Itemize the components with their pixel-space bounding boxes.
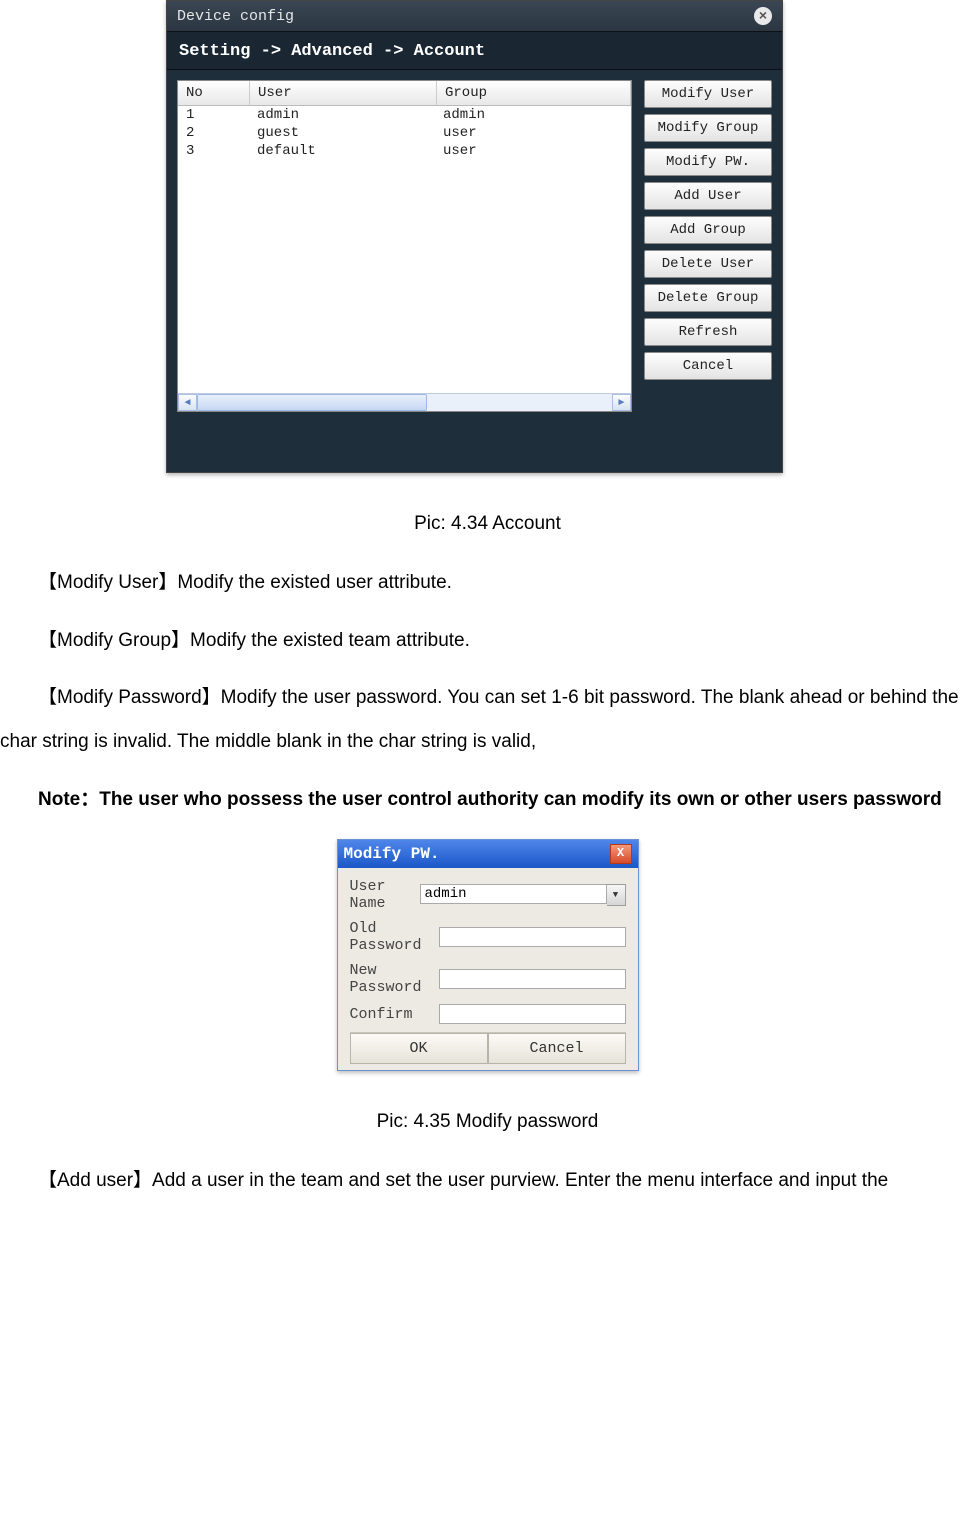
breadcrumb: Setting -> Advanced -> Account [167, 31, 782, 70]
user-name-select[interactable] [420, 884, 607, 904]
scroll-right-icon[interactable]: ► [612, 394, 631, 411]
table-row[interactable]: 1 admin admin [178, 106, 631, 124]
col-group[interactable]: Group [437, 81, 631, 105]
delete-group-button[interactable]: Delete Group [644, 284, 772, 312]
modify-pw-titlebar: Modify PW. X [338, 840, 638, 868]
cell-user: admin [249, 106, 435, 124]
button-panel: Modify User Modify Group Modify PW. Add … [644, 80, 772, 412]
scroll-track[interactable] [197, 394, 612, 411]
ok-button[interactable]: OK [350, 1033, 488, 1064]
scroll-left-icon[interactable]: ◄ [178, 394, 197, 411]
cell-group: user [435, 124, 631, 142]
cell-no: 1 [178, 106, 249, 124]
confirm-password-field[interactable] [439, 1004, 626, 1024]
table-header: No User Group [178, 81, 631, 106]
cell-no: 2 [178, 124, 249, 142]
cancel-button[interactable]: Cancel [488, 1033, 626, 1064]
scroll-thumb[interactable] [197, 394, 427, 411]
modify-pw-button[interactable]: Modify PW. [644, 148, 772, 176]
label-old-password: Old Password [350, 920, 435, 954]
close-icon[interactable]: X [610, 844, 632, 864]
modify-group-button[interactable]: Modify Group [644, 114, 772, 142]
cancel-button[interactable]: Cancel [644, 352, 772, 380]
cell-user: default [249, 142, 435, 160]
horizontal-scrollbar[interactable]: ◄ ► [178, 393, 631, 411]
doc-add-user: 【Add user】Add a user in the team and set… [0, 1159, 975, 1203]
device-config-title: Device config [177, 8, 294, 25]
modify-user-button[interactable]: Modify User [644, 80, 772, 108]
new-password-field[interactable] [439, 969, 626, 989]
modify-pw-window: Modify PW. X User Name ▼ Old Password Ne… [337, 839, 639, 1071]
add-group-button[interactable]: Add Group [644, 216, 772, 244]
modify-pw-title: Modify PW. [344, 845, 440, 863]
figure-caption-modify-password: Pic: 4.35 Modify password [0, 1111, 975, 1133]
close-icon[interactable]: × [754, 7, 772, 25]
label-confirm: Confirm [350, 1006, 435, 1023]
device-config-titlebar: Device config × [167, 1, 782, 31]
cell-group: admin [435, 106, 631, 124]
add-user-button[interactable]: Add User [644, 182, 772, 210]
figure-caption-account: Pic: 4.34 Account [0, 513, 975, 535]
col-no[interactable]: No [178, 81, 250, 105]
doc-modify-password: 【Modify Password】Modify the user passwor… [0, 676, 975, 763]
doc-note: Note：The user who possess the user contr… [0, 778, 975, 822]
doc-modify-user: 【Modify User】Modify the existed user att… [0, 561, 975, 605]
label-user-name: User Name [350, 878, 416, 912]
label-new-password: New Password [350, 962, 435, 996]
old-password-field[interactable] [439, 927, 626, 947]
chevron-down-icon[interactable]: ▼ [607, 884, 626, 906]
user-table: No User Group 1 admin admin 2 guest [177, 80, 632, 412]
table-row[interactable]: 2 guest user [178, 124, 631, 142]
delete-user-button[interactable]: Delete User [644, 250, 772, 278]
cell-user: guest [249, 124, 435, 142]
doc-modify-group: 【Modify Group】Modify the existed team at… [0, 619, 975, 663]
cell-no: 3 [178, 142, 249, 160]
refresh-button[interactable]: Refresh [644, 318, 772, 346]
cell-group: user [435, 142, 631, 160]
table-row[interactable]: 3 default user [178, 142, 631, 160]
device-config-window: Device config × Setting -> Advanced -> A… [166, 0, 783, 473]
col-user[interactable]: User [250, 81, 437, 105]
